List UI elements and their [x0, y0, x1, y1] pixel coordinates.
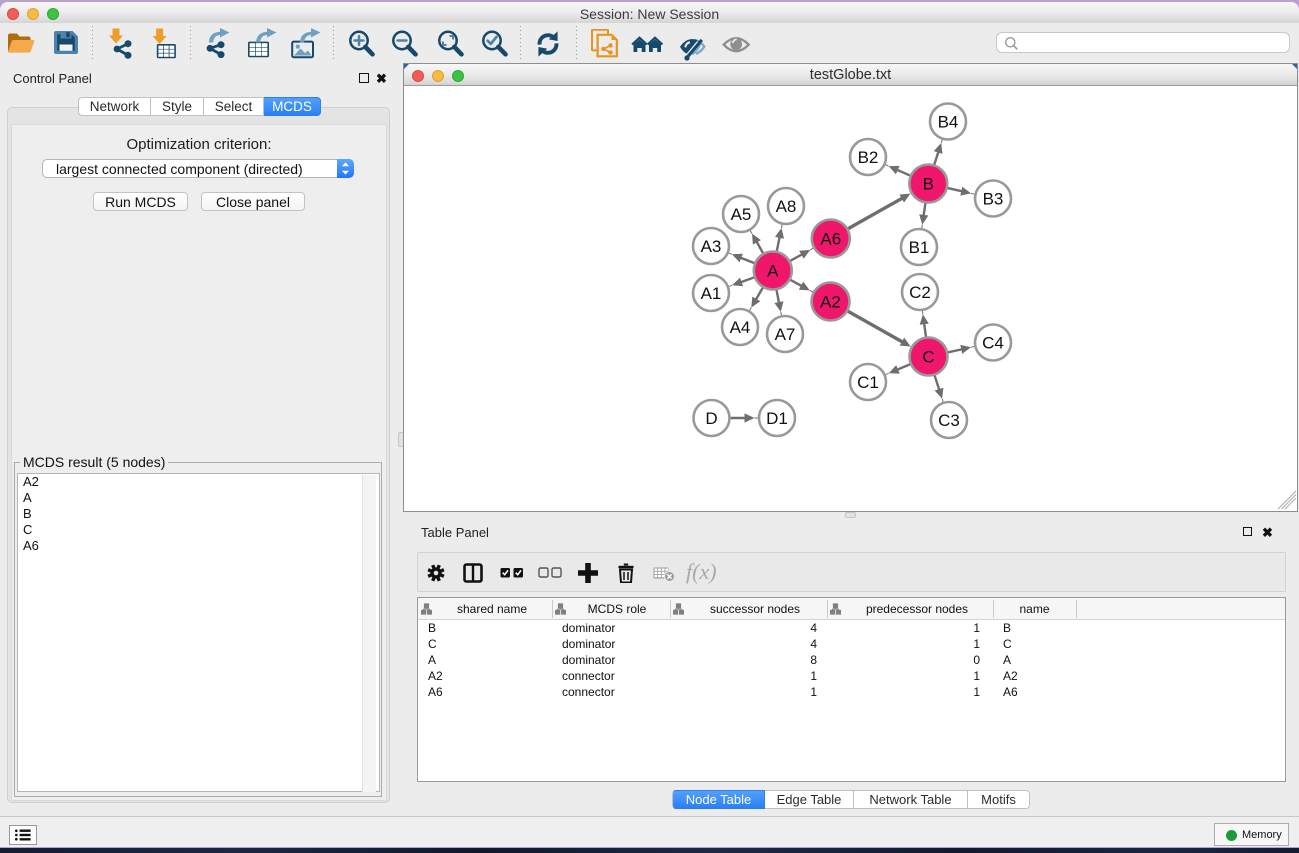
- svg-text:C: C: [922, 348, 934, 367]
- svg-text:A7: A7: [775, 325, 796, 344]
- svg-text:A3: A3: [701, 237, 722, 256]
- svg-text:C4: C4: [982, 334, 1004, 353]
- svg-text:A5: A5: [731, 205, 752, 224]
- svg-text:B4: B4: [938, 113, 959, 132]
- svg-text:C2: C2: [909, 283, 931, 302]
- svg-text:B1: B1: [909, 238, 930, 257]
- svg-text:A2: A2: [820, 293, 841, 312]
- svg-text:A8: A8: [776, 197, 797, 216]
- svg-text:A1: A1: [701, 284, 722, 303]
- svg-text:B: B: [923, 175, 934, 194]
- svg-text:D: D: [705, 409, 717, 428]
- svg-text:B2: B2: [858, 148, 879, 167]
- svg-text:C1: C1: [857, 373, 879, 392]
- svg-text:A6: A6: [820, 230, 841, 249]
- svg-text:C3: C3: [938, 411, 960, 430]
- svg-text:A: A: [767, 262, 779, 281]
- svg-text:B3: B3: [983, 190, 1004, 209]
- svg-text:D1: D1: [766, 409, 788, 428]
- svg-text:A4: A4: [730, 318, 751, 337]
